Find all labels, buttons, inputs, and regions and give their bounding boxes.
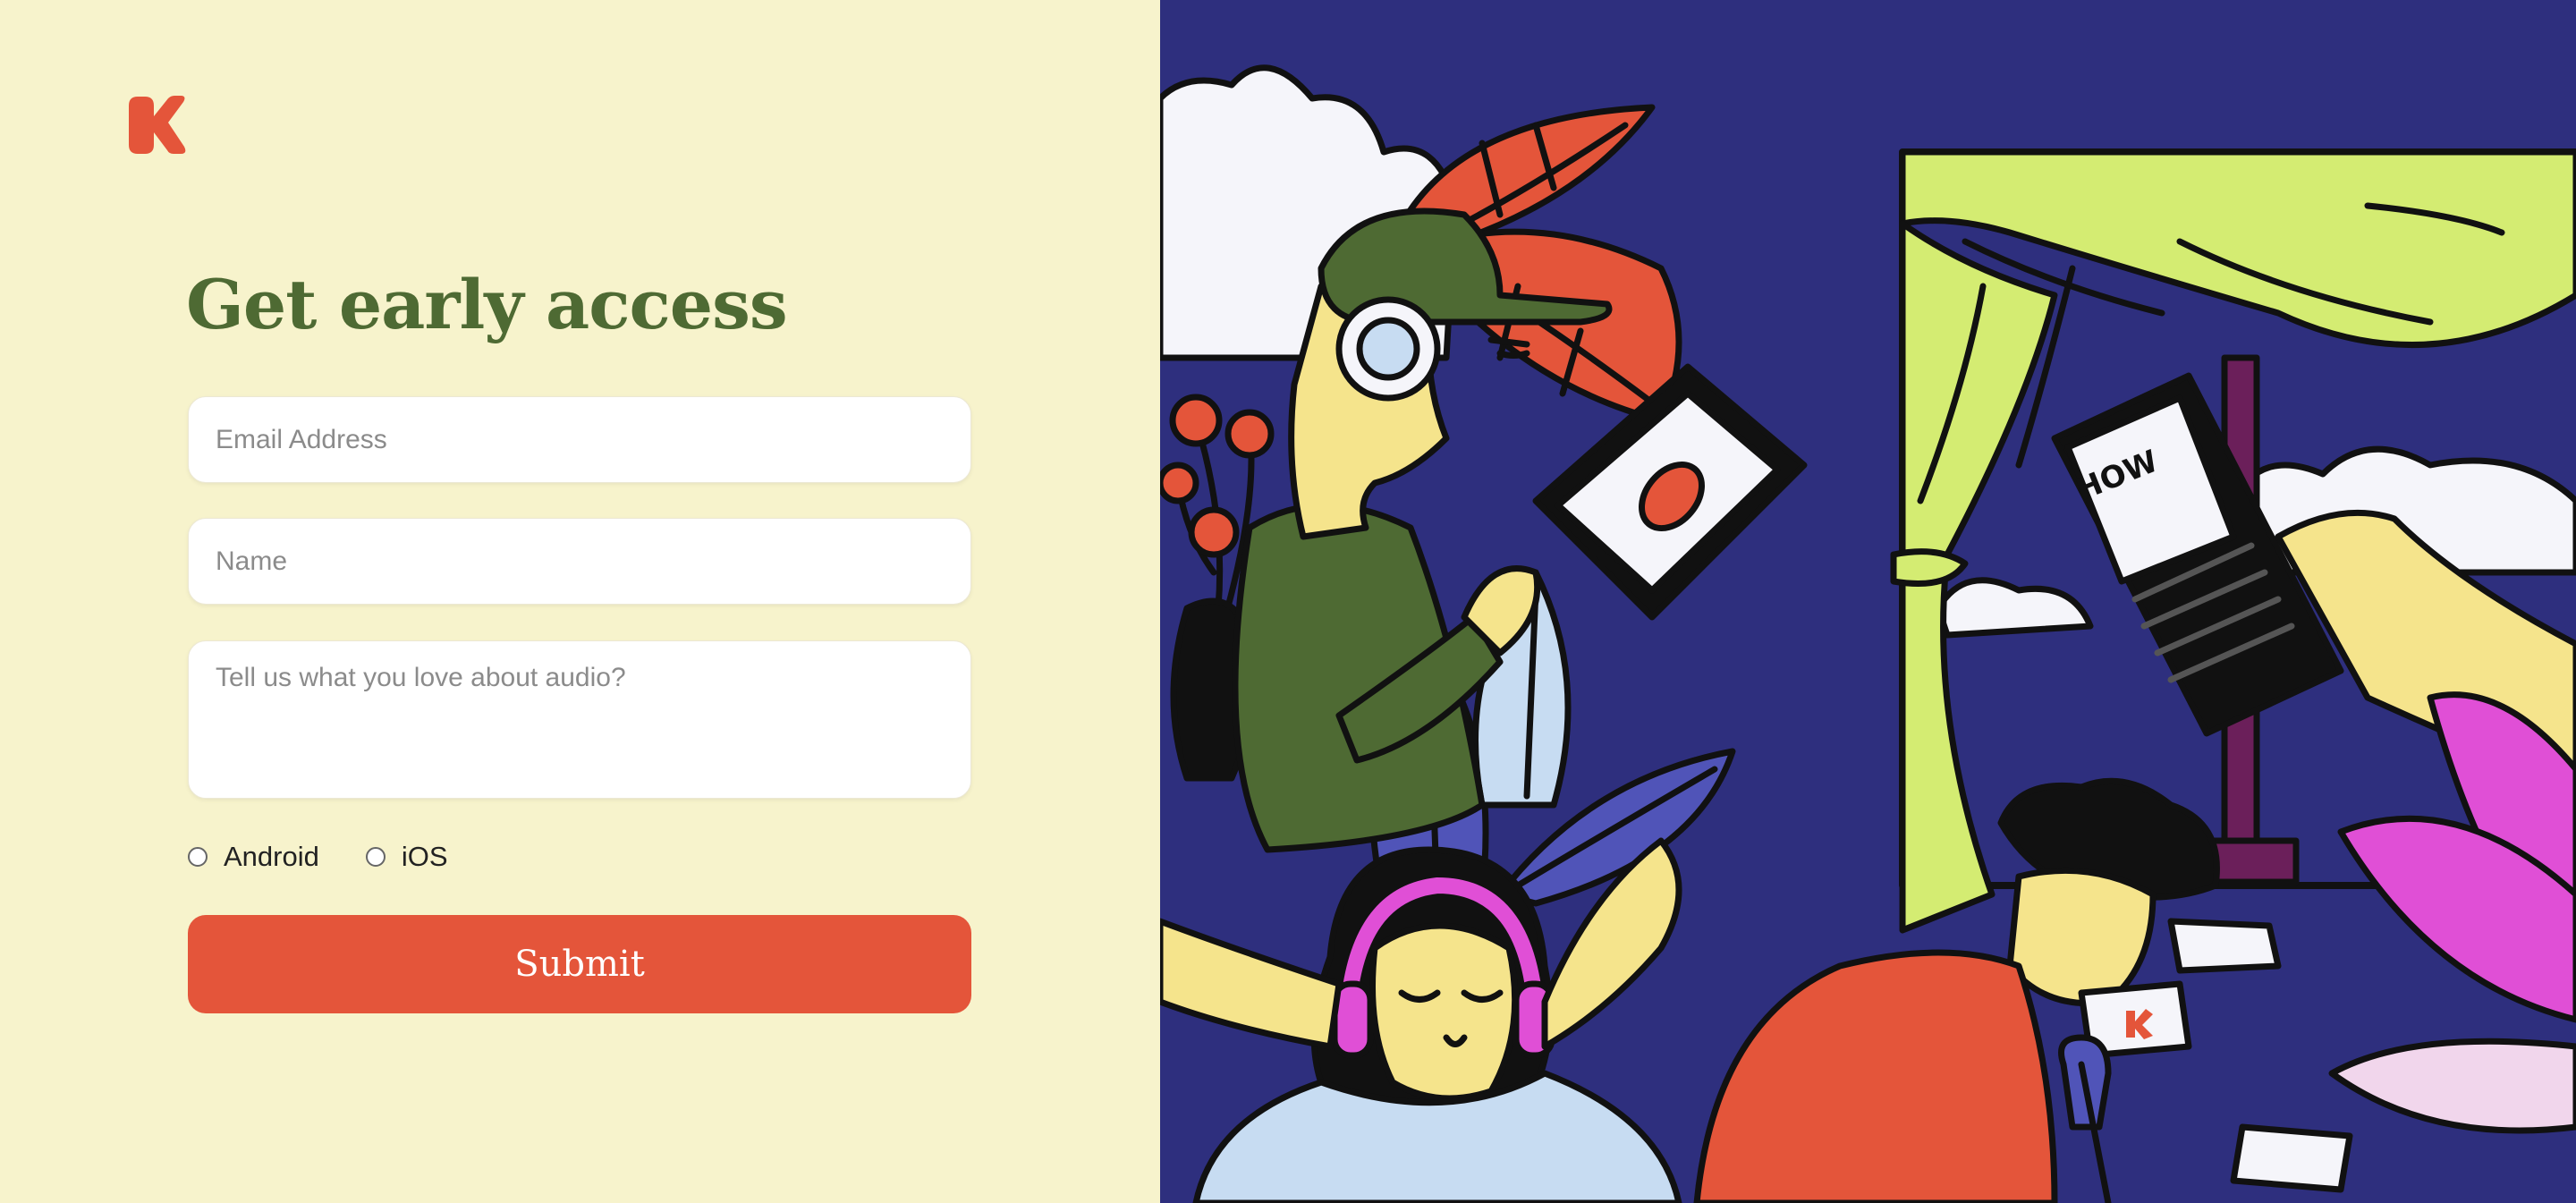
- illustration-art: HOW: [1160, 64, 2576, 1203]
- woman-face: [1369, 922, 1519, 1102]
- curly-face: [2006, 867, 2157, 1007]
- headphone-inner: [1356, 317, 1420, 381]
- email-field[interactable]: [188, 396, 971, 483]
- signup-panel: Get early access Android iOS Submit: [0, 0, 1160, 1203]
- platform-options: Android iOS: [188, 839, 448, 875]
- curly-body: [1693, 949, 2058, 1203]
- mic-stand: [2058, 1034, 2112, 1203]
- flower-4: [1188, 506, 1240, 558]
- pink-leaf: [2328, 1038, 2576, 1134]
- paper-3: [2230, 1123, 2353, 1193]
- hero-illustration: HOW: [1160, 0, 2576, 1203]
- ios-radio[interactable]: [365, 847, 386, 867]
- audio-feedback-field[interactable]: [188, 640, 971, 799]
- android-label[interactable]: Android: [224, 841, 319, 873]
- submit-button[interactable]: Submit: [188, 915, 971, 1013]
- curtain-tie: [1890, 548, 1969, 587]
- name-field[interactable]: [188, 518, 971, 605]
- cloud-small: [1935, 577, 2094, 639]
- flower-3: [1160, 462, 1199, 504]
- brand-logo[interactable]: [127, 95, 188, 156]
- ios-label[interactable]: iOS: [402, 841, 448, 873]
- flower-2: [1224, 409, 1275, 459]
- paper-2: [2167, 918, 2282, 974]
- android-radio[interactable]: [188, 847, 208, 867]
- logo-k-shape: [129, 96, 186, 154]
- flower-1: [1169, 394, 1223, 447]
- page-title: Get early access: [186, 265, 788, 344]
